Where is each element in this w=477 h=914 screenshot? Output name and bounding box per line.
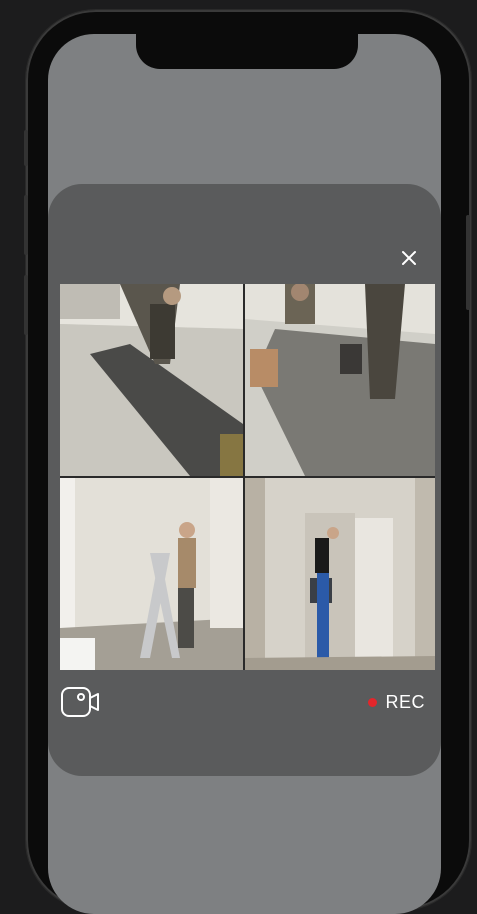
camera-grid — [60, 284, 435, 670]
video-camera-icon — [61, 687, 99, 717]
camera-feed-1[interactable] — [60, 284, 243, 476]
close-button[interactable] — [397, 246, 421, 270]
switch-camera-button[interactable] — [60, 684, 104, 720]
camera-modal: REC — [48, 184, 441, 776]
phone-notch — [136, 34, 358, 69]
camera-feed-3[interactable] — [60, 478, 243, 670]
phone-screen: REC — [48, 34, 441, 914]
phone-side-button — [24, 130, 28, 166]
close-icon — [402, 251, 416, 265]
recording-indicator-icon — [368, 697, 378, 707]
rec-label: REC — [385, 691, 425, 712]
phone-side-button — [466, 215, 470, 310]
record-button[interactable]: REC — [368, 692, 425, 713]
camera-feed-2[interactable] — [245, 284, 435, 476]
camera-controls: REC — [60, 684, 425, 720]
camera-feed-4[interactable] — [245, 478, 435, 670]
phone-side-button — [24, 275, 28, 335]
phone-side-button — [24, 195, 28, 255]
